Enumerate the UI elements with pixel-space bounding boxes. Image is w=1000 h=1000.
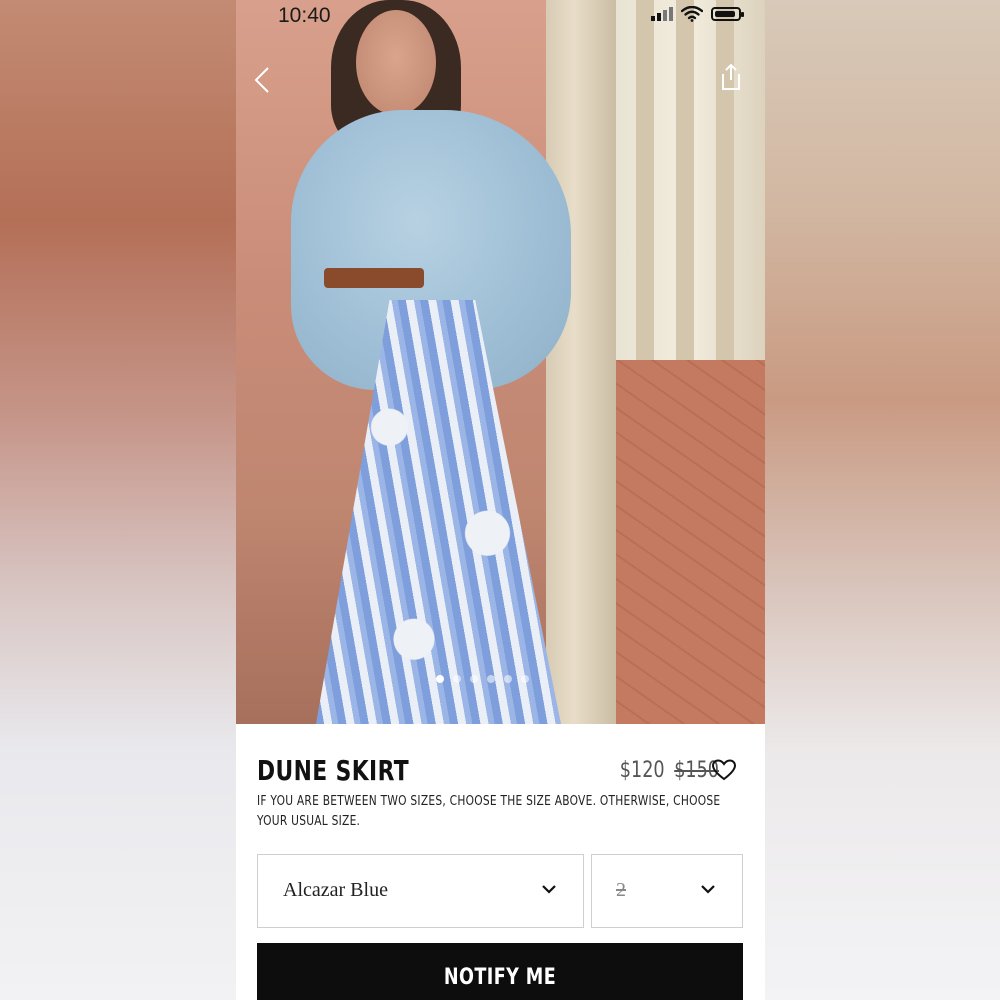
status-time: 10:40: [278, 4, 331, 27]
size-dropdown[interactable]: 2: [591, 854, 743, 928]
heart-icon[interactable]: [711, 758, 737, 782]
pagination-dot[interactable]: [453, 675, 461, 683]
battery-icon: [711, 7, 744, 21]
notify-me-label: NOTIFY ME: [443, 965, 557, 990]
product-screen: 10:40 DUNE SKIRT $120 $150 IF YOU ARE BE…: [236, 0, 765, 1000]
background-blur-left: [0, 0, 236, 1000]
back-chevron-icon[interactable]: [248, 62, 278, 98]
status-icons: [651, 6, 744, 22]
share-icon[interactable]: [717, 62, 745, 92]
size-selected-value: 2: [616, 879, 626, 901]
model-belt: [324, 268, 424, 288]
pagination-dot[interactable]: [470, 675, 478, 683]
product-title: DUNE SKIRT: [257, 754, 410, 787]
wifi-icon: [681, 6, 703, 22]
size-guidance-text: IF YOU ARE BETWEEN TWO SIZES, CHOOSE THE…: [257, 794, 721, 829]
photo-pillar: [546, 0, 616, 724]
sale-price: $120: [619, 758, 665, 783]
photo-column: [636, 0, 654, 360]
photo-column: [716, 0, 734, 360]
gallery-pagination: [436, 675, 529, 683]
photo-column: [676, 0, 694, 360]
model-face: [356, 10, 436, 115]
background-blur-right: [765, 0, 1000, 1000]
product-image[interactable]: 10:40: [236, 0, 765, 724]
pagination-dot[interactable]: [521, 675, 529, 683]
photo-floor: [616, 360, 765, 724]
chevron-down-icon: [542, 885, 556, 894]
pagination-dot[interactable]: [504, 675, 512, 683]
pagination-dot[interactable]: [436, 675, 444, 683]
signal-icon: [651, 7, 673, 21]
chevron-down-icon: [701, 885, 715, 894]
color-selected-value: Alcazar Blue: [283, 879, 388, 901]
notify-me-button[interactable]: NOTIFY ME: [257, 943, 743, 1000]
color-dropdown[interactable]: Alcazar Blue: [257, 854, 584, 928]
price-block: $120 $150: [620, 758, 719, 783]
pagination-dot[interactable]: [487, 675, 495, 683]
size-guidance-note: IF YOU ARE BETWEEN TWO SIZES, CHOOSE THE…: [257, 792, 757, 832]
